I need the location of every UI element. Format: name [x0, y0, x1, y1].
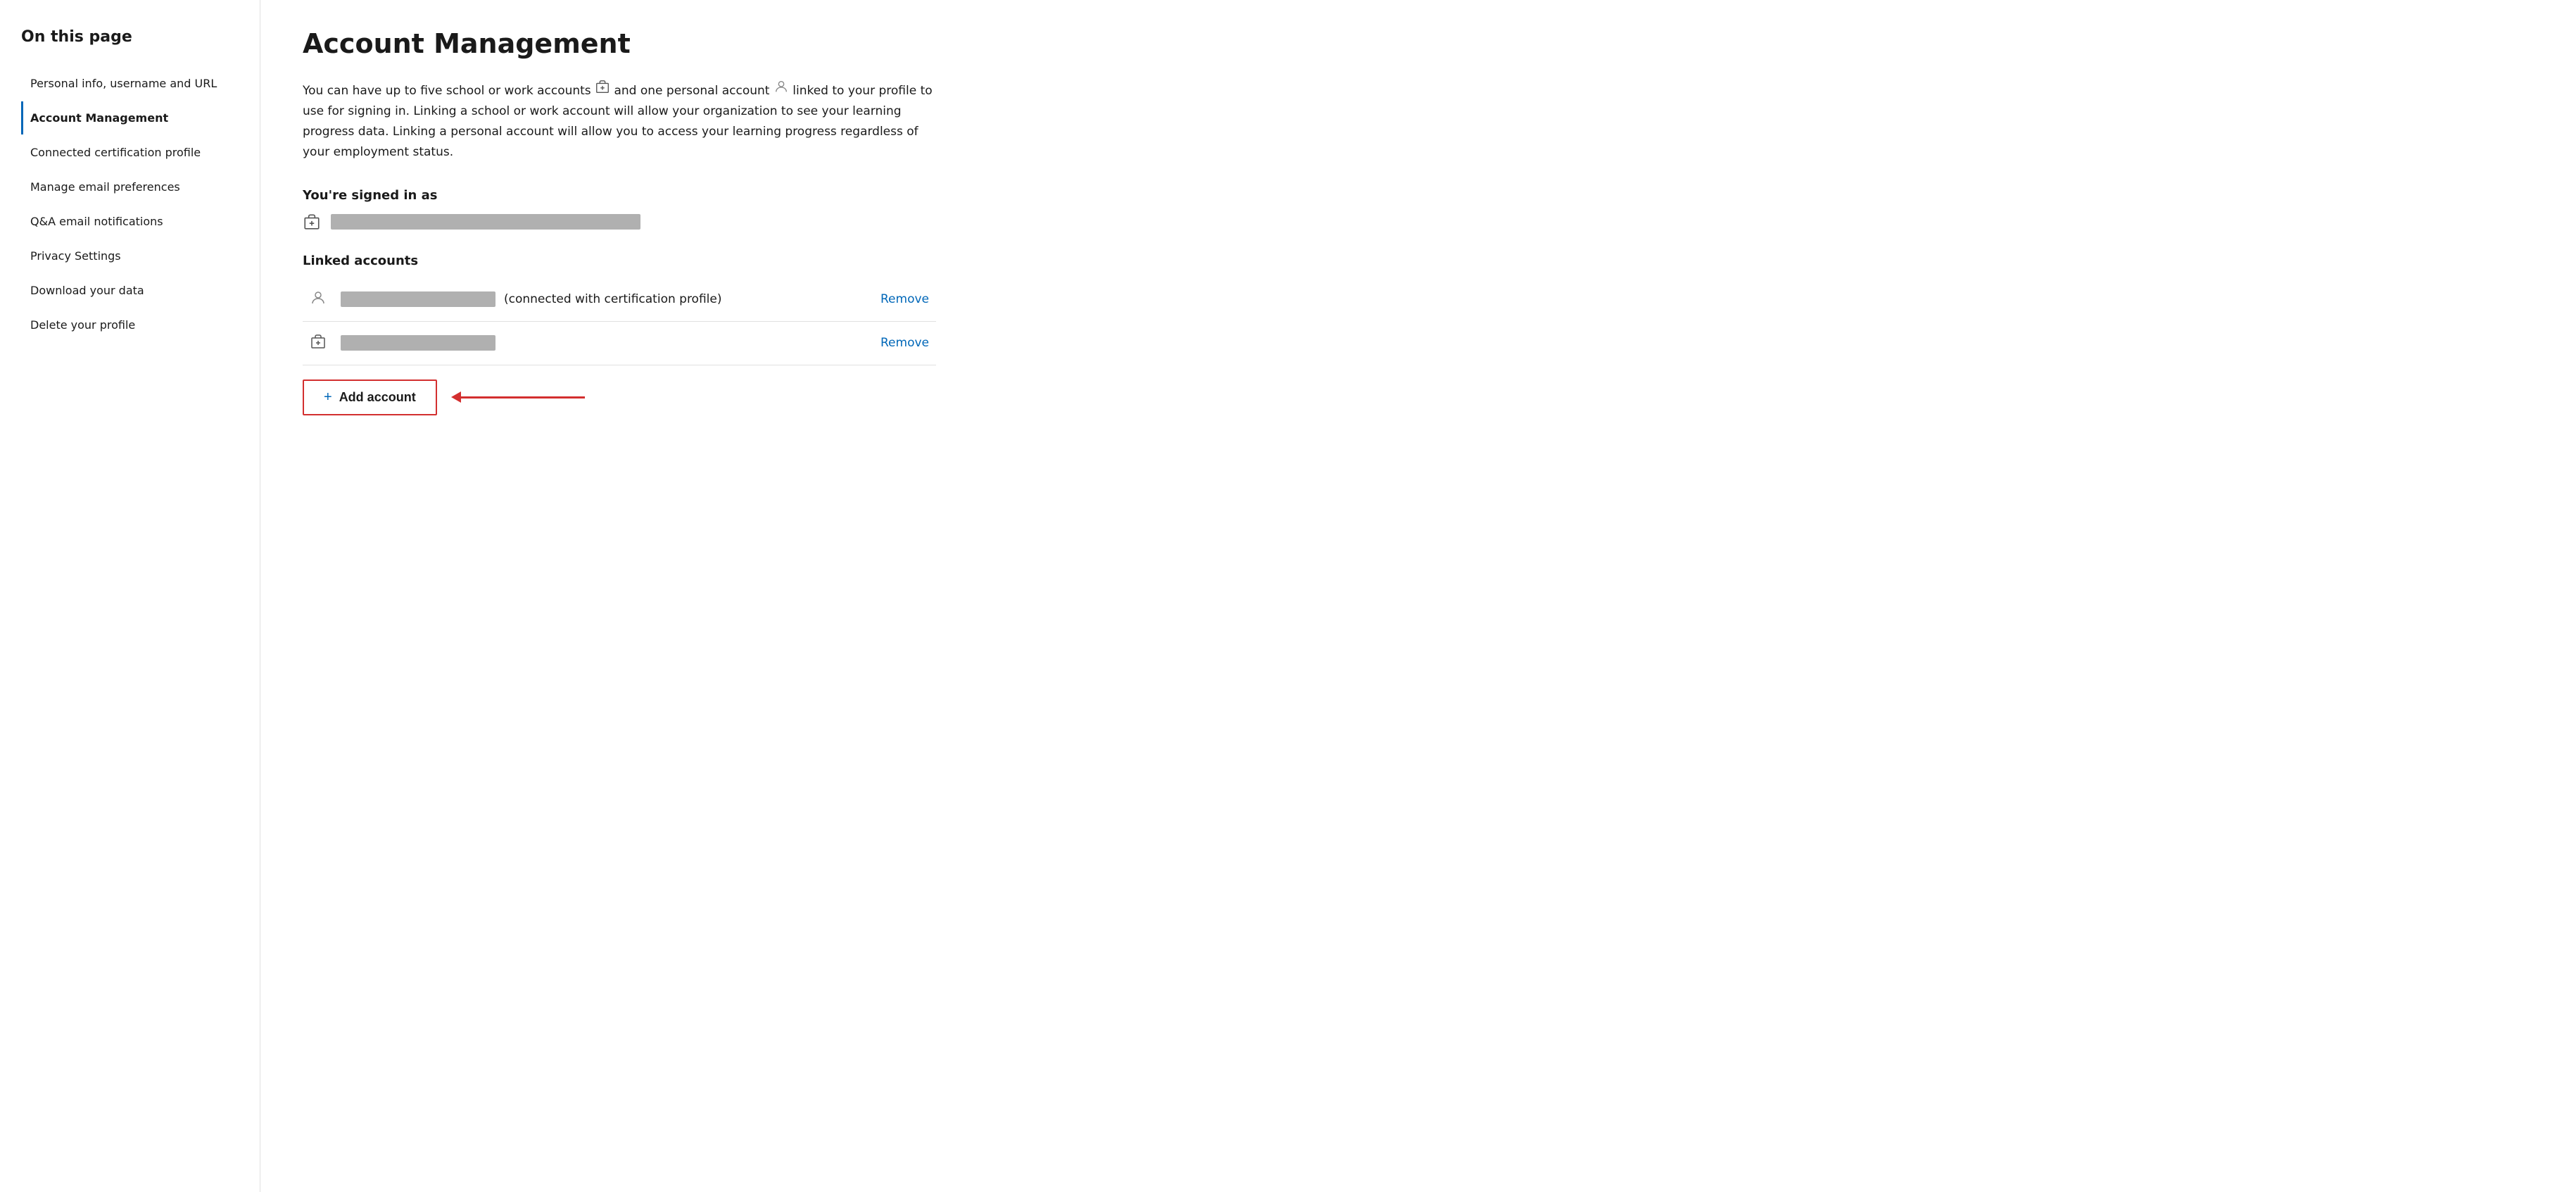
row2-remove-button[interactable]: Remove: [880, 336, 929, 350]
row1-cert-text: (connected with certification profile): [504, 292, 721, 306]
page-layout: On this page Personal info, username and…: [0, 0, 2576, 1192]
linked-accounts-section: Linked accounts: [303, 253, 1063, 365]
linked-accounts-label: Linked accounts: [303, 253, 1063, 268]
arrow-line: [458, 396, 585, 399]
add-account-label: Add account: [339, 390, 416, 405]
sidebar-item-download-data[interactable]: Download your data: [21, 274, 260, 307]
row1-remove-button[interactable]: Remove: [880, 292, 929, 306]
sidebar-heading: On this page: [21, 28, 260, 46]
sidebar-item-qa-email[interactable]: Q&A email notifications: [21, 205, 260, 238]
sidebar-item-personal-info[interactable]: Personal info, username and URL: [21, 67, 260, 100]
main-content: Account Management You can have up to fi…: [260, 0, 1105, 1192]
table-row: Remove: [303, 321, 936, 365]
row2-work-icon: [310, 333, 327, 350]
signed-in-row: [303, 213, 1063, 231]
arrow-annotation: [458, 396, 585, 399]
signed-in-section: You're signed in as: [303, 188, 1063, 231]
linked-accounts-table: (connected with certification profile) R…: [303, 278, 936, 365]
person-icon-inline: [774, 79, 789, 94]
sidebar-item-account-management[interactable]: Account Management: [21, 101, 260, 134]
signed-in-email-redacted: [331, 214, 640, 230]
work-school-icon: [595, 79, 610, 94]
sidebar-item-privacy-settings[interactable]: Privacy Settings: [21, 239, 260, 272]
sidebar-item-connected-certification[interactable]: Connected certification profile: [21, 136, 260, 169]
row2-icon-cell: [303, 321, 334, 365]
page-title: Account Management: [303, 28, 1063, 59]
row1-name-cell: (connected with certification profile): [334, 278, 854, 322]
row1-icon-cell: [303, 278, 334, 322]
sidebar-item-delete-profile[interactable]: Delete your profile: [21, 308, 260, 341]
add-account-section: + Add account: [303, 379, 1063, 415]
signed-in-label: You're signed in as: [303, 188, 1063, 203]
row1-remove-cell: Remove: [854, 278, 936, 322]
description-text: You can have up to five school or work a…: [303, 79, 936, 163]
signed-in-work-icon: [303, 213, 321, 231]
add-account-button[interactable]: + Add account: [303, 379, 437, 415]
row2-name-cell: [334, 321, 854, 365]
plus-icon: +: [324, 389, 332, 406]
row2-remove-cell: Remove: [854, 321, 936, 365]
row2-email-redacted: [341, 335, 495, 351]
sidebar: On this page Personal info, username and…: [0, 0, 260, 1192]
row1-email-redacted: [341, 291, 495, 307]
table-row: (connected with certification profile) R…: [303, 278, 936, 322]
sidebar-item-manage-email[interactable]: Manage email preferences: [21, 170, 260, 203]
row1-person-icon: [310, 289, 327, 306]
